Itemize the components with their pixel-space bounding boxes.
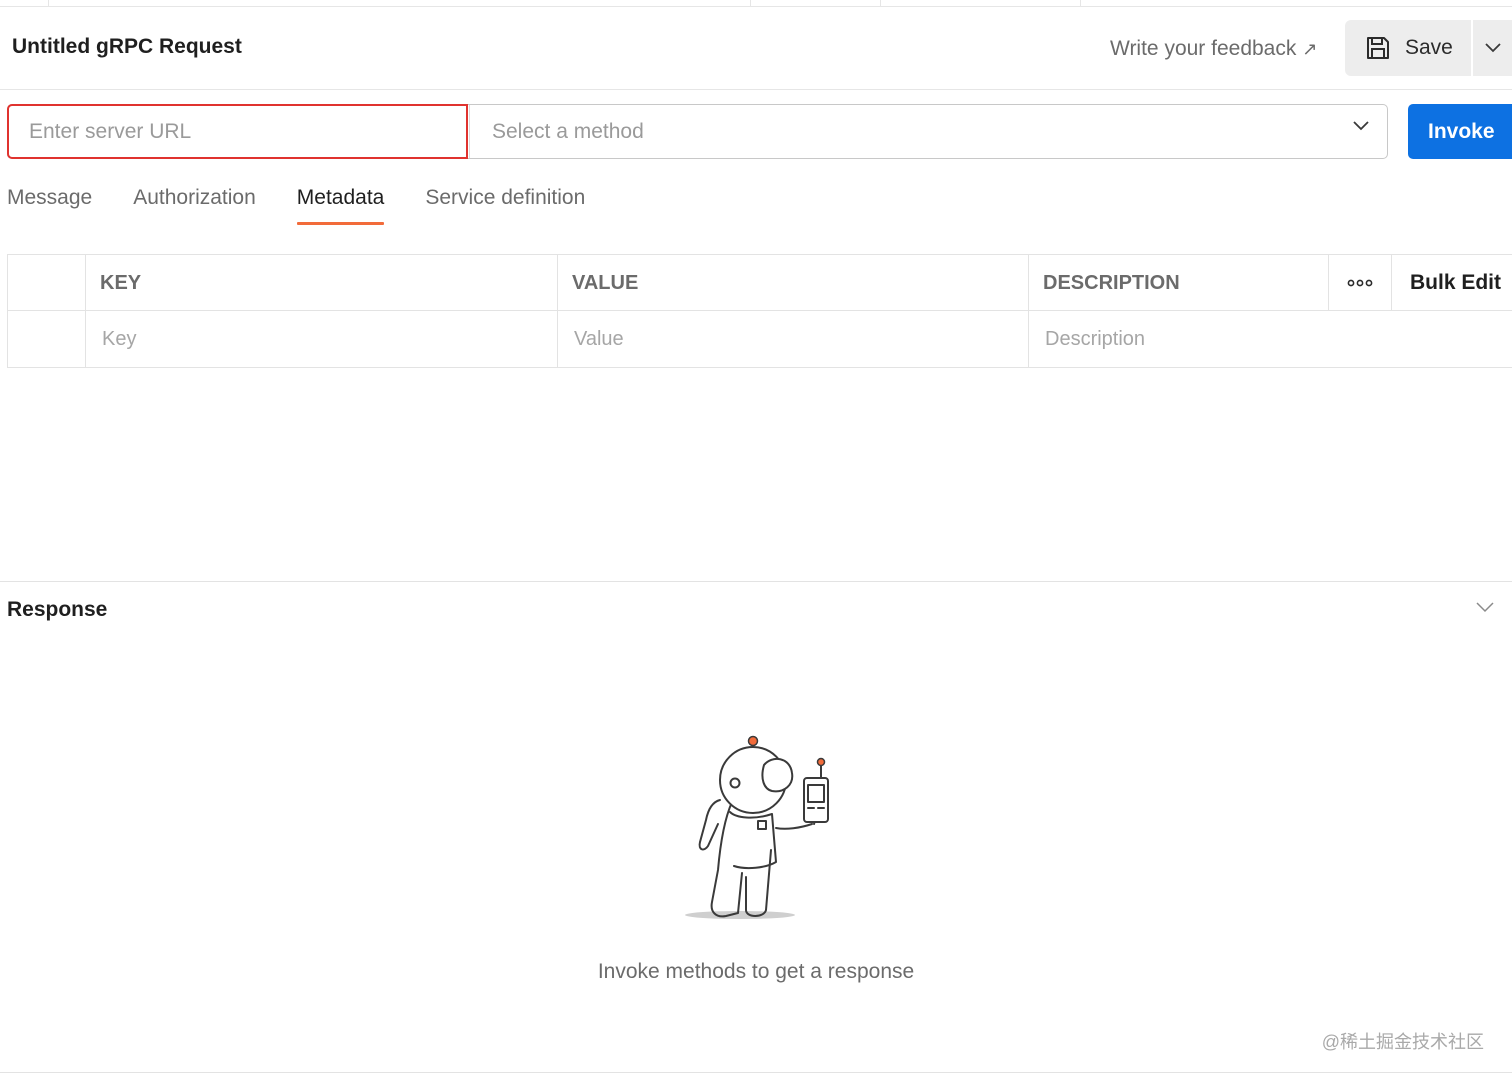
request-title[interactable]: Untitled gRPC Request	[12, 35, 242, 59]
watermark-text: @稀土掘金技术社区	[1321, 1032, 1484, 1052]
description-input[interactable]: Description	[1028, 311, 1512, 367]
feedback-label: Write your feedback	[1110, 37, 1297, 60]
tab-message[interactable]: Message	[7, 186, 92, 228]
table-header-row: KEY VALUE DESCRIPTION Bulk Edit	[8, 255, 1512, 311]
more-options-button[interactable]	[1328, 255, 1391, 311]
tab-metadata[interactable]: Metadata	[296, 186, 384, 228]
empty-response-message: Invoke methods to get a response	[597, 960, 915, 983]
table-row: Key Value Description	[8, 311, 1512, 367]
metadata-table: KEY VALUE DESCRIPTION Bulk Edit Key Valu…	[7, 254, 1512, 368]
row-checkbox-cell	[8, 311, 85, 367]
checkbox-column-header	[8, 255, 85, 311]
chevron-down-icon	[1476, 602, 1494, 613]
key-input[interactable]: Key	[85, 311, 557, 367]
response-collapse-button[interactable]	[1476, 600, 1494, 618]
description-column-header: DESCRIPTION	[1028, 255, 1328, 311]
method-placeholder: Select a method	[492, 119, 644, 143]
method-select[interactable]: Select a method	[469, 105, 1387, 158]
chevron-down-icon	[1353, 121, 1369, 131]
tab-strip	[0, 0, 1512, 7]
response-title: Response	[7, 598, 108, 621]
tab-divider	[880, 0, 881, 7]
tab-service-definition[interactable]: Service definition	[425, 186, 585, 228]
external-link-icon: ↗	[1302, 38, 1318, 59]
more-horizontal-icon	[1347, 279, 1373, 287]
request-tabs: Message Authorization Metadata Service d…	[7, 186, 585, 228]
bulk-edit-button[interactable]: Bulk Edit	[1391, 255, 1512, 311]
tab-divider	[1080, 0, 1081, 7]
value-input[interactable]: Value	[557, 311, 1028, 367]
feedback-link[interactable]: Write your feedback ↗	[1110, 37, 1317, 61]
request-header: Untitled gRPC Request Write your feedbac…	[0, 8, 1512, 90]
response-divider	[0, 581, 1512, 582]
bottom-divider	[0, 1072, 1512, 1073]
save-label: Save	[1405, 36, 1453, 59]
tab-divider	[48, 0, 49, 7]
tab-divider	[750, 0, 751, 7]
astronaut-illustration	[685, 735, 829, 919]
invoke-button[interactable]: Invoke	[1408, 104, 1512, 159]
save-options-button[interactable]	[1473, 20, 1512, 76]
save-icon	[1367, 37, 1389, 59]
tab-authorization[interactable]: Authorization	[133, 186, 256, 228]
server-url-input[interactable]: Enter server URL	[7, 104, 468, 159]
save-button[interactable]: Save	[1345, 20, 1471, 76]
request-bar: Enter server URL Select a method	[7, 104, 1388, 159]
key-column-header: KEY	[85, 255, 557, 311]
chevron-down-icon	[1484, 43, 1501, 53]
value-column-header: VALUE	[557, 255, 1028, 311]
